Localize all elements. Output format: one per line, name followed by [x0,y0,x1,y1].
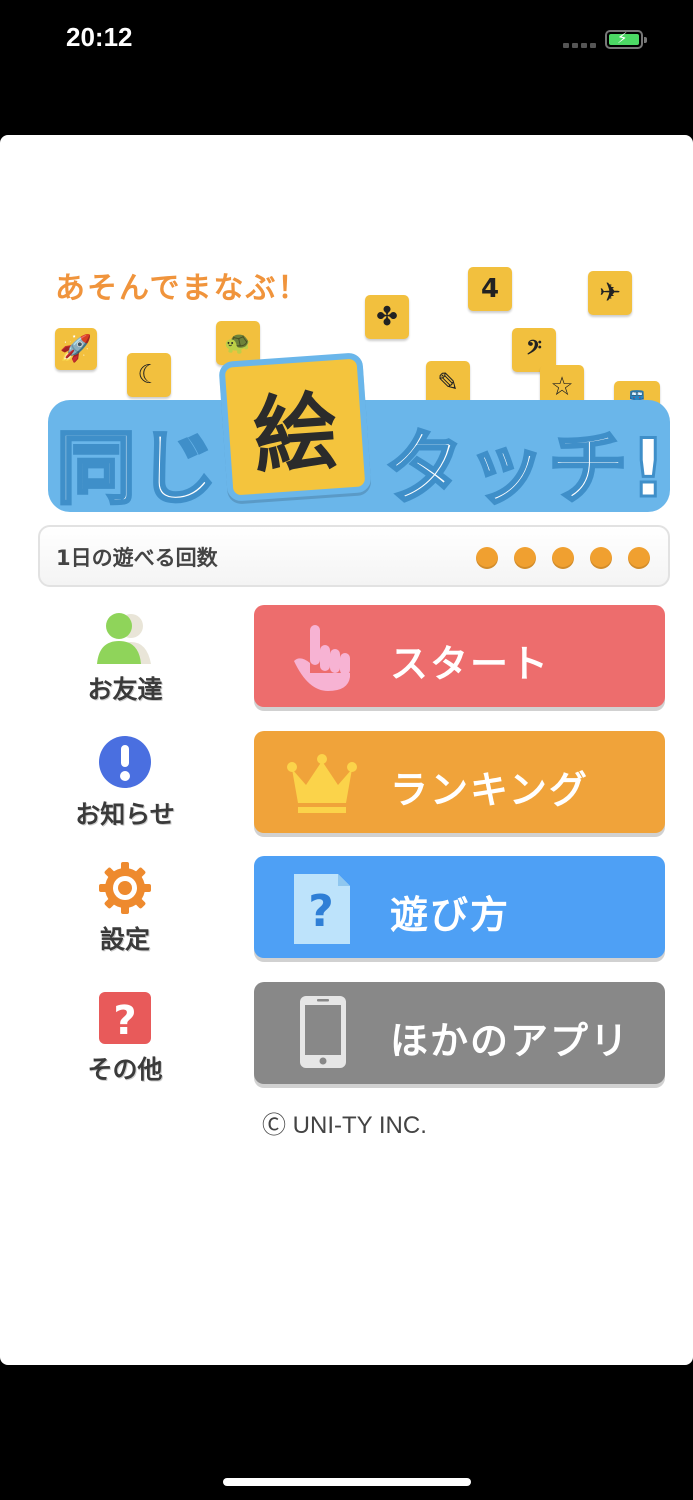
logo-title-left: 同じ [55,421,220,517]
how-to-play-label: 遊び方 [390,893,511,937]
clover-tile-icon: ✤ [365,295,409,339]
airplane-tile-icon: ✈ [588,271,632,315]
ranking-button[interactable]: ランキング [254,731,665,833]
moon-tile-icon: ☾ [127,353,171,397]
status-bar: 20:12 ⚡ [0,0,693,80]
pointing-hand-icon [294,625,350,691]
start-button[interactable]: スタート [254,605,665,707]
how-to-play-button[interactable]: ? 遊び方 [254,856,665,958]
play-count-dot [628,547,650,569]
daily-play-count-bar: 1日の遊べる回数 [38,525,670,587]
svg-text:?: ? [308,886,334,937]
battery-charging-icon: ⚡ [605,29,647,49]
play-count-dot [552,547,574,569]
signal-icon [563,43,597,49]
other-apps-label: ほかのアプリ [390,1019,631,1063]
friends-label: お友達 [87,675,163,704]
logo-title-kanji: 絵 [218,352,372,502]
gear-icon [99,862,151,914]
status-time: 20:12 [66,22,133,52]
settings-button[interactable]: 設定 [60,860,190,956]
smartphone-icon [300,996,346,1068]
pencil-tile-icon: ✎ [426,361,470,405]
svg-text:?: ? [113,998,136,1044]
play-count-dot [590,547,612,569]
play-count-label: 1日の遊べる回数 [56,546,218,570]
question-document-icon: ? [294,874,350,944]
friends-button[interactable]: お友達 [60,610,190,706]
start-label: スタート [390,642,551,686]
turtle-tile-icon: 🐢 [216,321,260,365]
play-count-dot [476,547,498,569]
home-indicator[interactable] [223,1478,471,1486]
copyright-text: Ⓒ UNI-TY INC. [262,1112,427,1139]
number-four-tile-icon: 4 [468,267,512,311]
ranking-label: ランキング [390,768,589,812]
news-label: お知らせ [75,800,175,829]
exclamation-icon [99,736,151,788]
logo-tagline: あそんでまなぶ！ [55,271,310,306]
logo-title-right: タッチ! [382,421,669,517]
play-count-dot [514,547,536,569]
other-apps-button[interactable]: ほかのアプリ [254,982,665,1084]
play-count-dots [476,547,650,569]
friends-icon [97,613,151,664]
crown-icon [287,754,357,813]
other-label: その他 [87,1055,163,1084]
rocket-tile-icon: 🚀 [55,328,97,370]
other-button[interactable]: ? その他 [60,990,190,1086]
news-button[interactable]: お知らせ [60,735,190,831]
settings-label: 設定 [99,925,150,954]
app-screen: あそんでまなぶ！ 🚀 ☾ 🐢 ✤ 4 ✈ 𝄢 ✎ ☆ 🚆 同じ タッチ! 絵 1… [0,135,693,1365]
question-mark-icon: ? [99,992,151,1044]
